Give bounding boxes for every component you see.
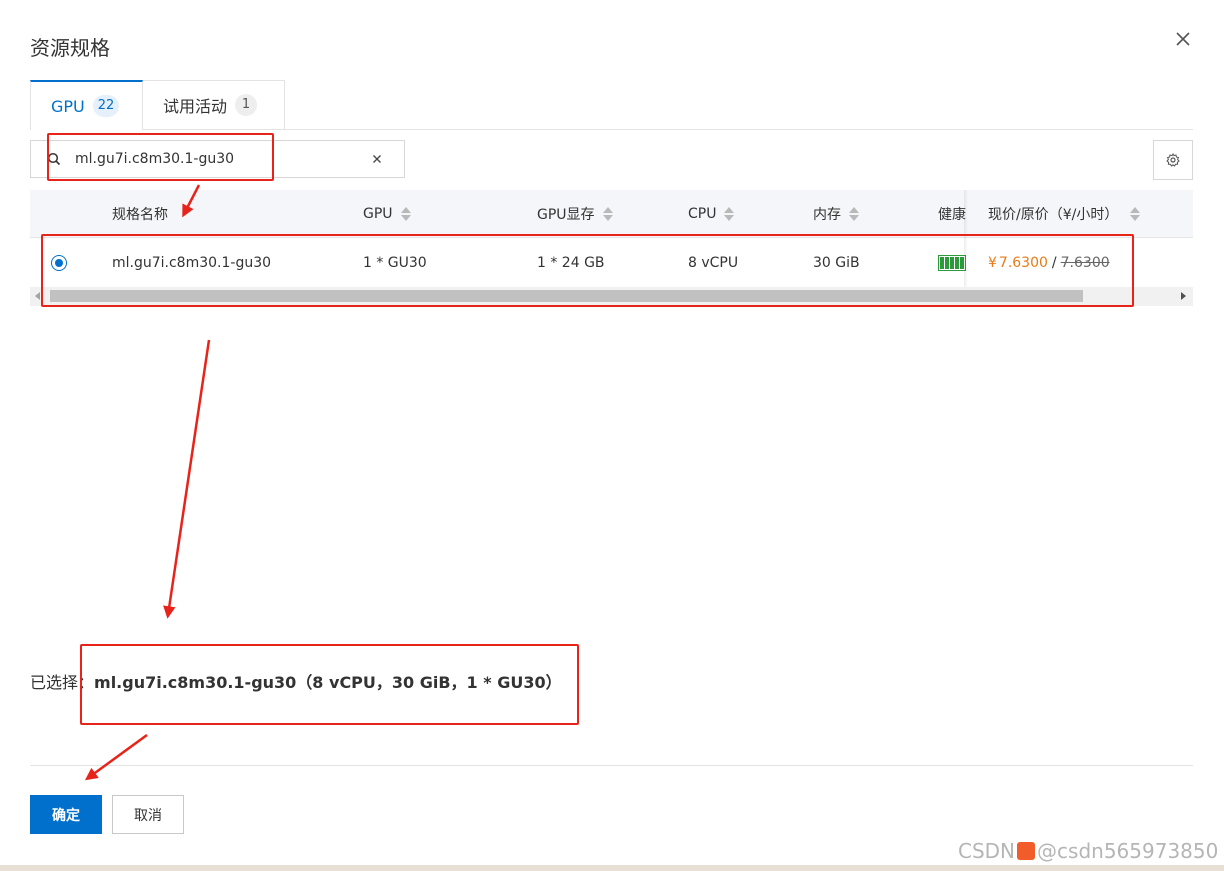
- arrow-to-selection: [163, 339, 211, 619]
- csdn-logo-icon: [1017, 842, 1036, 860]
- arrow-to-column-name: [182, 184, 201, 218]
- arrow-to-confirm: [84, 733, 148, 781]
- watermark-right: @csdn565973850: [1037, 839, 1219, 863]
- annotation-arrows: [84, 184, 211, 781]
- watermark: CSDN @csdn565973850: [958, 839, 1218, 863]
- bottom-strip: [0, 865, 1224, 871]
- watermark-left: CSDN: [958, 839, 1016, 863]
